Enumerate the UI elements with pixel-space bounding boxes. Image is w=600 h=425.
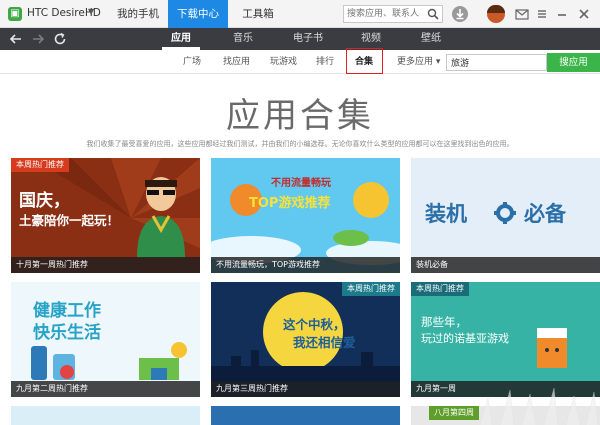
subnav-rankings[interactable]: 排行 <box>316 50 334 74</box>
hot-badge: 本周热门推荐 <box>342 282 400 296</box>
global-search-box[interactable] <box>343 5 443 23</box>
card-subline: 玩过的诺基亚游戏 <box>421 332 509 345</box>
category-toolbar: 应用 音乐 电子书 视频 壁纸 <box>0 28 600 50</box>
global-search-input[interactable] <box>347 7 425 21</box>
tab-music[interactable]: 音乐 <box>224 28 262 50</box>
subnav-play-games[interactable]: 玩游戏 <box>270 50 297 74</box>
menu-icon[interactable] <box>534 6 550 22</box>
cartoon-man-illustration <box>137 177 185 258</box>
hot-badge: 本周热门推荐 <box>11 158 69 172</box>
card-caption: 十月第一周热门推荐 <box>11 257 200 273</box>
corner-watermark <box>479 387 599 425</box>
card-headline: 那些年， <box>421 315 467 329</box>
avatar-hair <box>487 5 505 13</box>
juice-box-illustration <box>537 328 567 368</box>
subnav-more-apps[interactable]: 更多应用 ▾ <box>397 50 440 74</box>
card-headline: 装机 <box>425 202 467 226</box>
collection-card-partial-1[interactable] <box>11 406 200 425</box>
tab-my-phone[interactable]: 我的手机 <box>108 0 168 28</box>
subnav-find-apps[interactable]: 找应用 <box>223 50 250 74</box>
card-caption: 不用流量畅玩，TOP游戏推荐 <box>211 257 400 273</box>
tab-wallpaper[interactable]: 壁纸 <box>412 28 450 50</box>
collection-card-mid-autumn[interactable]: 本周热门推荐 这个中秋， 我还相信爱 九月第三周热门推荐 <box>211 282 400 397</box>
tab-apps[interactable]: 应用 <box>162 28 200 50</box>
gear-icon <box>494 202 516 224</box>
card-headline: 国庆， <box>19 191 70 211</box>
search-apps-button[interactable]: 搜应用 <box>547 53 600 72</box>
collection-card-essentials[interactable]: 装机 必备 装机必备 <box>411 158 600 273</box>
page-description: 我们收集了最受喜爱的应用，这些应用都经过我们测试，并由我们的小编选荐。无论你喜欢… <box>86 140 514 148</box>
page-title: 应用合集 <box>226 96 374 136</box>
card-subline: 土豪陪你一起玩！ <box>19 213 120 228</box>
close-icon[interactable] <box>576 6 592 22</box>
search-icon[interactable] <box>427 8 439 20</box>
phone-app-icon: ▣ <box>8 7 22 21</box>
card-caption: 九月第三周热门推荐 <box>211 381 400 397</box>
mail-icon[interactable] <box>514 6 530 22</box>
subnav-square[interactable]: 广场 <box>183 50 201 74</box>
collection-card-offline-games[interactable]: 不用流量畅玩 TOP游戏推荐 不用流量畅玩，TOP游戏推荐 <box>211 158 400 273</box>
title-bar: ▣ HTC DesireHD ▼ 我的手机 下载中心 工具箱 <box>0 0 600 28</box>
tab-download-center[interactable]: 下载中心 <box>168 0 228 28</box>
hot-badge: 本周热门推荐 <box>411 282 469 296</box>
tab-video[interactable]: 视频 <box>352 28 390 50</box>
forward-arrow-icon[interactable] <box>30 31 46 47</box>
tab-ebooks[interactable]: 电子书 <box>284 28 332 50</box>
card-headline: 不用流量畅玩 <box>271 178 331 189</box>
card-headline: 这个中秋， <box>283 317 346 332</box>
active-item-highlight <box>346 48 383 74</box>
back-arrow-icon[interactable] <box>8 31 24 47</box>
chevron-down-icon[interactable]: ▼ <box>88 7 94 16</box>
refresh-icon[interactable] <box>52 31 68 47</box>
app-search-input[interactable] <box>446 54 547 71</box>
card-subline: TOP游戏推荐 <box>249 196 331 211</box>
card-caption: 装机必备 <box>411 257 600 273</box>
card-subline: 必备 <box>524 202 566 226</box>
collection-card-healthy-work[interactable]: 健康工作 快乐生活 九月第二周热门推荐 <box>11 282 200 397</box>
health-items-illustration <box>31 342 187 380</box>
collection-card-national-day[interactable]: 本周热门推荐 国庆， 土豪陪你一起玩！ 十月第一周热门推荐 <box>11 158 200 273</box>
download-icon[interactable] <box>451 5 469 23</box>
card-caption: 九月第二周热门推荐 <box>11 381 200 397</box>
minimize-icon[interactable] <box>554 6 570 22</box>
tab-toolbox[interactable]: 工具箱 <box>228 0 288 28</box>
card-subline: 我还相信爱 <box>293 335 356 350</box>
collection-card-partial-2[interactable] <box>211 406 400 425</box>
